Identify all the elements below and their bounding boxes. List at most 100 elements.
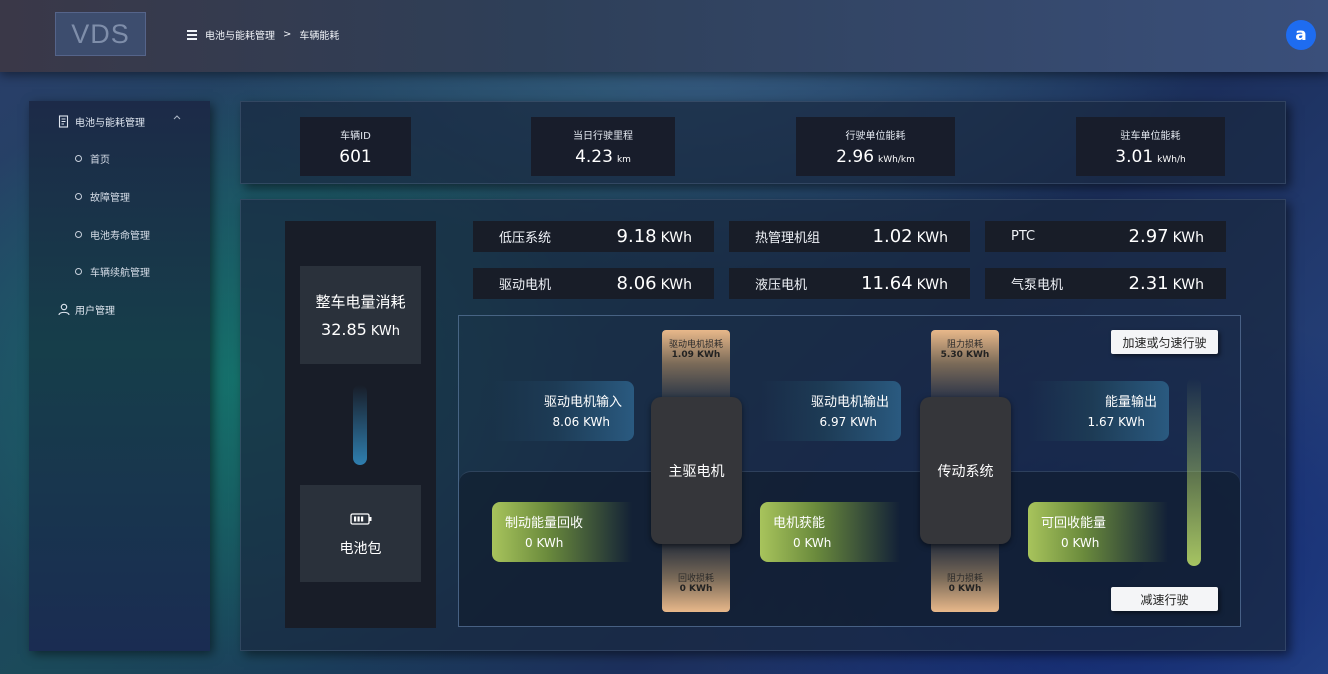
flow-label: 可回收能量	[1041, 516, 1107, 531]
decelerate-mode-button[interactable]: 减速行驶	[1111, 587, 1218, 611]
system-value: 9.18 KWh	[616, 226, 692, 247]
logo[interactable]: VDS	[55, 12, 146, 56]
breadcrumb-separator: >	[283, 29, 292, 40]
sidebar: 电池与能耗管理 首页 故障管理 电池寿命管理 车辆续航管理 用户管理	[29, 101, 210, 651]
breadcrumb: 电池与能耗管理 > 车辆能耗	[187, 27, 339, 42]
flow-value: 0 KWh	[1061, 536, 1100, 550]
recovery-loss-tag: 回收损耗 0 KWh	[662, 537, 730, 612]
loss-value: 0 KWh	[948, 584, 982, 594]
system-value: 8.06 KWh	[616, 273, 692, 294]
system-label: 液压电机	[755, 278, 808, 293]
sidebar-item-battery-life[interactable]: 电池寿命管理	[29, 223, 210, 245]
sidebar-item-users[interactable]: 用户管理	[29, 298, 210, 320]
sidebar-item-label: 故障管理	[90, 192, 130, 204]
output-level-bar	[1187, 378, 1201, 566]
system-label: 气泵电机	[1011, 278, 1064, 293]
stat-value: 4.23 km	[575, 146, 631, 167]
motor-output-card: 驱动电机输出 6.97 KWh	[760, 381, 901, 441]
system-value: 2.31 KWh	[1128, 273, 1204, 294]
stat-label: 行驶单位能耗	[845, 130, 906, 142]
system-value: 2.97 KWh	[1128, 226, 1204, 247]
system-label: 驱动电机	[499, 278, 552, 293]
avatar[interactable]: a	[1286, 20, 1316, 50]
total-label: 整车电量消耗	[315, 293, 406, 311]
stat-label: 驻车单位能耗	[1120, 130, 1181, 142]
menu-icon[interactable]	[187, 28, 197, 42]
stat-label: 当日行驶里程	[573, 130, 633, 142]
flow-value: 0 KWh	[793, 536, 832, 550]
loss-value: 5.30 KWh	[940, 350, 990, 360]
resistance-loss-bottom-tag: 阻力损耗 0 KWh	[931, 537, 999, 612]
circle-icon	[75, 154, 82, 162]
flow-value: 8.06 KWh	[552, 415, 610, 429]
flow-label: 能量输出	[1104, 395, 1157, 410]
loss-value: 0 KWh	[679, 584, 713, 594]
flow-label: 驱动电机输入	[543, 395, 622, 410]
loss-label: 阻力损耗	[946, 574, 983, 584]
system-drive-motor: 驱动电机 8.06 KWh	[473, 268, 714, 299]
sidebar-group-battery-energy[interactable]: 电池与能耗管理	[29, 110, 210, 132]
document-icon	[57, 114, 71, 128]
accelerate-mode-button[interactable]: 加速或匀速行驶	[1111, 330, 1218, 354]
sidebar-item-label: 电池寿命管理	[90, 230, 150, 242]
system-air-pump-motor: 气泵电机 2.31 KWh	[985, 268, 1226, 299]
energy-output-card: 能量输出 1.67 KWh	[1028, 381, 1169, 441]
system-value: 1.02 KWh	[872, 226, 948, 247]
flow-label: 电机获能	[773, 516, 826, 531]
flow-label: 制动能量回收	[505, 516, 584, 531]
motor-input-card: 驱动电机输入 8.06 KWh	[492, 381, 634, 441]
stat-value: 601	[339, 146, 372, 167]
loss-label: 驱动电机损耗	[668, 340, 723, 350]
sidebar-group-label: 电池与能耗管理	[75, 117, 145, 129]
system-hydraulic-motor: 液压电机 11.64 KWh	[729, 268, 970, 299]
system-label: 低压系统	[499, 231, 552, 246]
sidebar-item-range[interactable]: 车辆续航管理	[29, 260, 210, 282]
system-low-voltage: 低压系统 9.18 KWh	[473, 221, 714, 252]
stat-daily-mileage: 当日行驶里程 4.23 km	[531, 117, 675, 176]
battery-label: 电池包	[339, 540, 382, 557]
flow-value: 0 KWh	[525, 536, 564, 550]
circle-icon	[75, 192, 82, 200]
loss-label: 阻力损耗	[946, 340, 983, 350]
chevron-up-icon[interactable]	[173, 112, 181, 123]
battery-flow-bar	[353, 385, 367, 465]
motor-gain-card: 电机获能 0 KWh	[760, 502, 900, 562]
system-thermal: 热管理机组 1.02 KWh	[729, 221, 970, 252]
stat-parking-energy: 驻车单位能耗 3.01 kWh/h	[1076, 117, 1225, 176]
user-icon	[57, 302, 71, 316]
system-value: 11.64 KWh	[861, 273, 948, 294]
system-label: 热管理机组	[755, 231, 821, 246]
brake-recovery-card: 制动能量回收 0 KWh	[492, 502, 632, 562]
total-consumption-card: 整车电量消耗 32.85 KWh	[300, 266, 421, 364]
main-drive-motor-block: 主驱电机	[651, 397, 742, 544]
sidebar-item-label: 车辆续航管理	[90, 267, 150, 279]
stat-vehicle-id: 车辆ID 601	[300, 117, 411, 176]
stat-driving-energy: 行驶单位能耗 2.96 kWh/km	[796, 117, 955, 176]
system-label: PTC	[1011, 229, 1036, 244]
resistance-loss-tag: 阻力损耗 5.30 KWh	[931, 330, 999, 405]
flow-value: 6.97 KWh	[819, 415, 877, 429]
transmission-block: 传动系统	[920, 397, 1011, 544]
loss-value: 1.09 KWh	[671, 350, 721, 360]
stat-label: 车辆ID	[340, 130, 371, 142]
breadcrumb-section[interactable]: 电池与能耗管理	[205, 27, 275, 42]
battery-pack-card: 电池包	[300, 485, 421, 582]
top-bar: VDS 电池与能耗管理 > 车辆能耗 a	[0, 0, 1328, 72]
total-value: 32.85 KWh	[321, 320, 400, 339]
sidebar-item-fault[interactable]: 故障管理	[29, 185, 210, 207]
recoverable-energy-card: 可回收能量 0 KWh	[1028, 502, 1168, 562]
flow-label: 驱动电机输出	[810, 395, 889, 410]
motor-loss-tag: 驱动电机损耗 1.09 KWh	[662, 330, 730, 405]
stat-value: 2.96 kWh/km	[836, 146, 915, 167]
battery-icon	[349, 510, 372, 529]
circle-icon	[75, 267, 82, 275]
flow-value: 1.67 KWh	[1087, 415, 1145, 429]
circle-icon	[75, 230, 82, 238]
sidebar-item-label: 用户管理	[75, 305, 115, 317]
sidebar-item-home[interactable]: 首页	[29, 147, 210, 169]
stat-value: 3.01 kWh/h	[1115, 146, 1186, 167]
system-ptc: PTC 2.97 KWh	[985, 221, 1226, 252]
breadcrumb-current: 车辆能耗	[299, 31, 340, 42]
sidebar-item-label: 首页	[90, 154, 110, 166]
loss-label: 回收损耗	[677, 574, 714, 584]
